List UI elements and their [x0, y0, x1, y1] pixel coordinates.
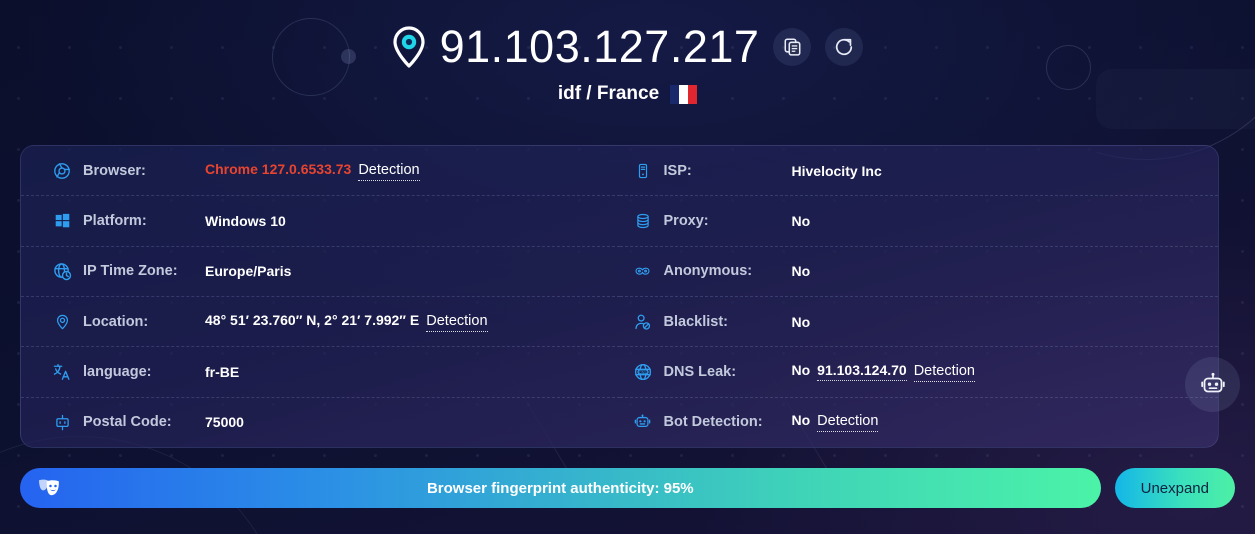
refresh-button[interactable] — [825, 27, 864, 66]
dns-globe-icon: DNS — [632, 363, 654, 381]
info-value-text: No — [791, 263, 811, 280]
location-pin-icon — [51, 313, 73, 331]
info-value-text: No — [791, 212, 811, 229]
info-row-value: No — [792, 263, 811, 279]
flag-france-icon — [670, 84, 698, 104]
info-value-text: Hivelocity Inc — [791, 162, 882, 179]
footer-bar: Browser fingerprint authenticity: 95% Un… — [20, 468, 1235, 508]
info-value-text: fr-BE — [205, 363, 240, 380]
info-row-value: 75000 — [205, 414, 244, 430]
assistant-robot-button[interactable] — [1185, 357, 1240, 412]
authenticity-label: Browser fingerprint authenticity: 95% — [426, 479, 694, 497]
database-icon — [632, 212, 654, 230]
detection-link[interactable]: Detection — [817, 413, 879, 433]
ip-address-line: 91.103.127.217 — [0, 24, 1255, 69]
fingerprint-info-card: Browser: Chrome 127.0.6533.73 Detection Pla… — [20, 145, 1219, 448]
info-value-text: No — [791, 313, 811, 330]
info-row-label: Blacklist: — [663, 313, 728, 330]
info-row-label: Anonymous: — [663, 263, 753, 280]
info-row-label: Location: — [83, 313, 149, 330]
info-row-value: 48° 51′ 23.760″ N, 2° 21′ 7.992″ E Detect… — [205, 312, 488, 332]
info-column-right: ISP: Hivelocity Inc Proxy: No Anonymous: No Bl… — [619, 146, 1219, 447]
region-line: idf / France — [0, 83, 1255, 105]
detection-link[interactable]: Detection — [426, 313, 488, 332]
person-blocked-icon — [632, 313, 654, 331]
info-row-label: ISP: — [663, 162, 692, 179]
postal-box-icon — [51, 414, 73, 431]
info-row-label: DNS Leak: — [663, 363, 737, 380]
info-row: language: fr-BE — [21, 347, 620, 398]
copy-icon — [784, 38, 801, 56]
info-row-value: No — [792, 314, 811, 330]
info-row: Bot Detection: No Detection — [620, 398, 1219, 447]
info-row-label: Proxy: — [663, 212, 709, 229]
info-row-value: No — [792, 213, 811, 229]
info-value-text: No — [791, 412, 811, 429]
info-row-label: language: — [83, 363, 152, 380]
info-value-text: 75000 — [205, 414, 244, 431]
location-pin-icon — [392, 25, 425, 68]
info-row: Postal Code: 75000 — [21, 398, 620, 447]
info-row-value: No 91.103.124.70 Detection — [792, 362, 975, 382]
info-row-label: Browser: — [83, 162, 146, 179]
detection-link[interactable]: Detection — [358, 162, 420, 181]
robot-assistant-icon — [1200, 372, 1225, 392]
info-row: ISP: Hivelocity Inc — [619, 146, 1218, 197]
info-value-text: Windows 10 — [205, 212, 286, 229]
windows-icon — [51, 212, 73, 229]
info-row: Location: 48° 51′ 23.760″ N, 2° 21′ 7.992… — [21, 297, 620, 348]
theater-masks-icon — [36, 468, 62, 508]
info-row: Proxy: No — [619, 196, 1218, 247]
region-label: idf / France — [557, 83, 660, 104]
info-value-accent: Chrome 127.0.6533.73 — [205, 160, 352, 177]
translate-icon — [51, 363, 73, 381]
info-row: IP Time Zone: Europe/Paris — [21, 247, 620, 297]
dns-leak-ip-link[interactable]: 91.103.124.70 — [817, 362, 907, 381]
info-value-text: 48° 51′ 23.760″ N, 2° 21′ 7.992″ E — [205, 311, 420, 328]
info-row-value: fr-BE — [205, 364, 239, 380]
globe-clock-icon — [51, 262, 73, 281]
info-row-value: Europe/Paris — [205, 263, 291, 279]
unexpand-button[interactable]: Unexpand — [1114, 468, 1235, 508]
info-row: Platform: Windows 10 — [21, 196, 620, 247]
info-value-text: No — [791, 361, 811, 378]
server-icon — [632, 162, 654, 180]
chrome-icon — [51, 162, 73, 180]
info-value-text: Europe/Paris — [205, 263, 292, 280]
info-row-value: Windows 10 — [205, 213, 286, 229]
ip-address-value: 91.103.127.217 — [439, 21, 760, 72]
info-row: Blacklist: No — [619, 297, 1218, 348]
info-row-label: Bot Detection: — [663, 414, 763, 431]
info-row-label: IP Time Zone: — [83, 263, 178, 280]
info-column-left: Browser: Chrome 127.0.6533.73 Detection Pla… — [21, 146, 620, 447]
info-row-value: Chrome 127.0.6533.73 Detection — [205, 161, 420, 181]
robot-icon — [632, 414, 654, 431]
info-row-label: Platform: — [83, 212, 147, 229]
info-row-value: Hivelocity Inc — [792, 163, 882, 179]
info-row: DNS DNS Leak: No 91.103.124.70 Detection — [619, 347, 1218, 398]
info-row-value: No Detection — [791, 412, 879, 433]
info-row: Browser: Chrome 127.0.6533.73 Detection — [21, 146, 620, 197]
svg-text:DNS: DNS — [639, 370, 647, 374]
mask-eyes-icon — [632, 264, 654, 279]
header: 91.103.127.217 idf / France — [0, 0, 1255, 105]
copy-ip-button[interactable] — [773, 27, 812, 66]
info-row: Anonymous: No — [619, 247, 1218, 297]
refresh-icon — [836, 38, 853, 55]
detection-link[interactable]: Detection — [913, 363, 975, 382]
authenticity-progress-bar: Browser fingerprint authenticity: 95% — [20, 468, 1101, 508]
info-row-label: Postal Code: — [83, 414, 172, 431]
